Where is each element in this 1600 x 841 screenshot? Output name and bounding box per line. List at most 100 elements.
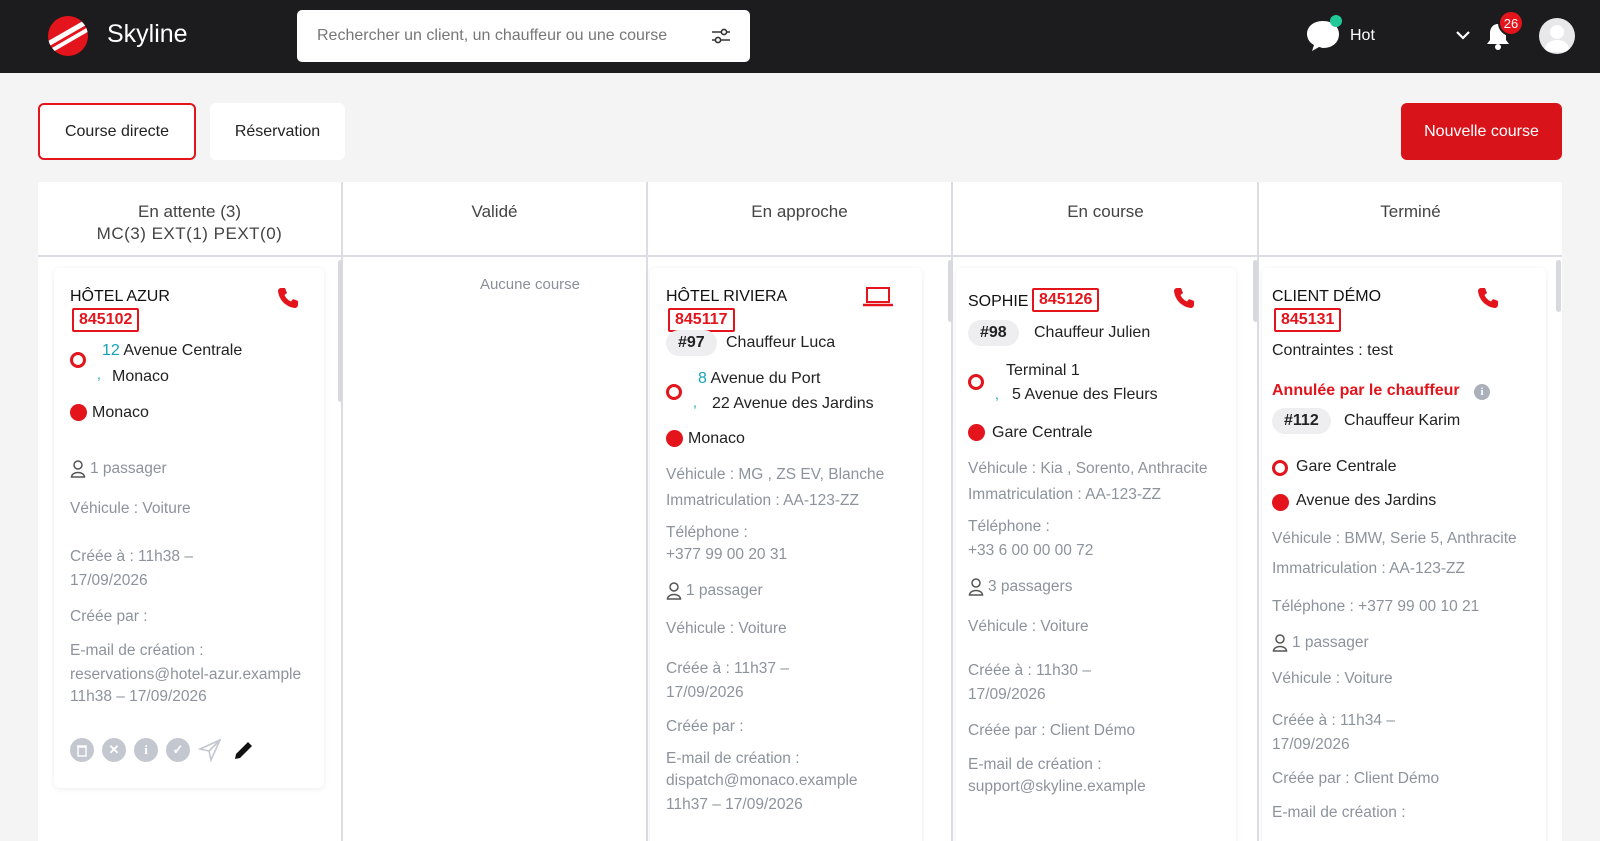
- created-date: 17/09/2026: [70, 572, 148, 589]
- scrollbar[interactable]: [338, 260, 343, 402]
- pickup-pin-icon: [1272, 460, 1288, 476]
- column-title: Validé: [471, 202, 518, 221]
- new-course-button[interactable]: Nouvelle course: [1401, 103, 1562, 160]
- tab-course-directe[interactable]: Course directe: [38, 103, 196, 160]
- pickup-street: Avenue Centrale: [123, 342, 243, 359]
- phone-number[interactable]: +33 6 00 00 00 72: [968, 542, 1093, 560]
- dropoff-address: Monaco: [92, 404, 149, 421]
- course-card[interactable]: HÔTEL AZUR 845102 12 Avenue Centrale , M…: [54, 268, 324, 788]
- dispatch-board: En attente (3) MC(3) EXT(1) PEXT(0) Vali…: [38, 182, 1562, 841]
- created-at: Créée à : 11h38 –: [70, 548, 193, 565]
- chevron-down-icon[interactable]: [1454, 26, 1472, 44]
- user-icon: [1544, 25, 1570, 52]
- created-date: 17/09/2026: [1272, 736, 1350, 753]
- pickup-address: Gare Centrale: [1296, 458, 1397, 475]
- address-separator: ,: [97, 366, 101, 382]
- tab-reservation[interactable]: Réservation: [210, 103, 345, 160]
- email-address: dispatch@monaco.example: [666, 772, 858, 789]
- created-date: 17/09/2026: [968, 686, 1046, 703]
- online-status-dot: [1330, 15, 1342, 27]
- passenger-count: 3 passagers: [988, 578, 1073, 595]
- laptop-icon[interactable]: [862, 286, 894, 308]
- vehicle-type: Véhicule : Voiture: [1272, 670, 1393, 687]
- logo-icon[interactable]: [48, 16, 88, 56]
- dropoff-address: Gare Centrale: [992, 424, 1093, 441]
- course-card[interactable]: HÔTEL RIVIERA 845117 #97 Chauffeur Luca …: [650, 268, 922, 841]
- vehicle-type: Véhicule : Voiture: [666, 620, 787, 637]
- notification-badge: 26: [1498, 10, 1524, 36]
- driver-number-chip: #112: [1272, 408, 1331, 434]
- vehicle-info: Véhicule : MG , ZS EV, Blanche: [666, 466, 885, 483]
- cancelled-status: Annulée par le chauffeur: [1272, 382, 1460, 399]
- edit-icon[interactable]: [232, 738, 256, 762]
- address-separator: ,: [995, 386, 999, 402]
- email-label: E-mail de création :: [968, 756, 1102, 773]
- vehicle-info: Véhicule : BMW, Serie 5, Anthracite: [1272, 530, 1517, 547]
- validate-icon[interactable]: ✓: [166, 738, 190, 762]
- course-code[interactable]: 845126: [1032, 288, 1100, 312]
- driver-number-chip: #97: [666, 330, 717, 356]
- passenger-icon: [968, 578, 984, 596]
- phone-number[interactable]: +377 99 00 20 31: [666, 546, 787, 564]
- column-header-done: Terminé: [1259, 182, 1562, 257]
- created-by: Créée par :: [666, 718, 744, 735]
- phone-icon[interactable]: [276, 286, 300, 310]
- email-time: 11h37 – 17/09/2026: [666, 796, 803, 813]
- course-code[interactable]: 845131: [1274, 308, 1342, 332]
- scrollbar[interactable]: [948, 260, 953, 322]
- send-icon[interactable]: [198, 738, 222, 762]
- search-input[interactable]: Rechercher un client, un chauffeur ou un…: [297, 10, 750, 62]
- email-time: 11h38 – 17/09/2026: [70, 688, 207, 705]
- phone-icon[interactable]: [1476, 286, 1500, 310]
- scrollbar[interactable]: [1253, 260, 1258, 322]
- vehicle-type: Véhicule : Voiture: [70, 500, 191, 517]
- cancel-icon[interactable]: ✕: [102, 738, 126, 762]
- status-label: Hot: [1350, 27, 1375, 44]
- license-plate: Immatriculation : AA-123-ZZ: [666, 492, 859, 509]
- brand-name: Skyline: [107, 20, 188, 48]
- phone-icon[interactable]: [1172, 286, 1196, 310]
- dropoff-pin-icon: [968, 424, 985, 441]
- course-card[interactable]: SOPHIE 845126 #98 Chauffeur Julien Termi…: [956, 268, 1236, 841]
- dropoff-pin-icon: [1272, 494, 1289, 511]
- address-separator: ,: [693, 394, 697, 410]
- passenger-count: 1 passager: [686, 582, 763, 599]
- vehicle-type: Véhicule : Voiture: [968, 618, 1089, 635]
- email-label: E-mail de création :: [1272, 804, 1406, 821]
- info-icon[interactable]: i: [134, 738, 158, 762]
- info-icon[interactable]: i: [1474, 384, 1490, 400]
- created-by: Créée par :: [70, 608, 148, 625]
- delete-icon[interactable]: [70, 738, 94, 762]
- pickup-city: Monaco: [112, 368, 169, 385]
- pickup-line-2: 5 Avenue des Fleurs: [1012, 386, 1158, 403]
- phone-label: Téléphone :: [666, 524, 748, 541]
- filter-icon[interactable]: [710, 26, 732, 46]
- column-title: En approche: [751, 202, 848, 221]
- avatar[interactable]: [1539, 18, 1575, 54]
- passenger-count: 1 passager: [90, 460, 167, 477]
- client-name: HÔTEL AZUR: [70, 288, 170, 305]
- driver-name: Chauffeur Luca: [726, 334, 836, 351]
- license-plate: Immatriculation : AA-123-ZZ: [1272, 560, 1465, 577]
- passenger-icon: [1272, 634, 1288, 652]
- pickup-house-number: 12: [102, 342, 120, 359]
- phone-label: Téléphone :: [968, 518, 1050, 535]
- scrollbar[interactable]: [1556, 260, 1561, 312]
- column-title: En course: [1067, 202, 1144, 221]
- pickup-pin-icon: [968, 374, 984, 390]
- driver-number-chip: #98: [968, 320, 1019, 346]
- client-name: HÔTEL RIVIERA: [666, 288, 788, 305]
- pickup-street: Avenue du Port: [710, 370, 821, 387]
- course-code[interactable]: 845117: [668, 308, 735, 332]
- top-bar: Skyline Rechercher un client, un chauffe…: [0, 0, 1600, 73]
- passenger-icon: [70, 460, 86, 478]
- dropoff-address: Monaco: [688, 430, 745, 447]
- driver-name: Chauffeur Julien: [1034, 324, 1151, 341]
- column-header-in-progress: En course: [953, 182, 1258, 257]
- constraints: Contraintes : test: [1272, 342, 1393, 359]
- email-label: E-mail de création :: [666, 750, 800, 767]
- phone-number[interactable]: Téléphone : +377 99 00 10 21: [1272, 598, 1479, 616]
- course-code[interactable]: 845102: [72, 308, 140, 332]
- created-at: Créée à : 11h37 –: [666, 660, 789, 677]
- course-card[interactable]: CLIENT DÉMO 845131 Contraintes : test An…: [1262, 268, 1546, 841]
